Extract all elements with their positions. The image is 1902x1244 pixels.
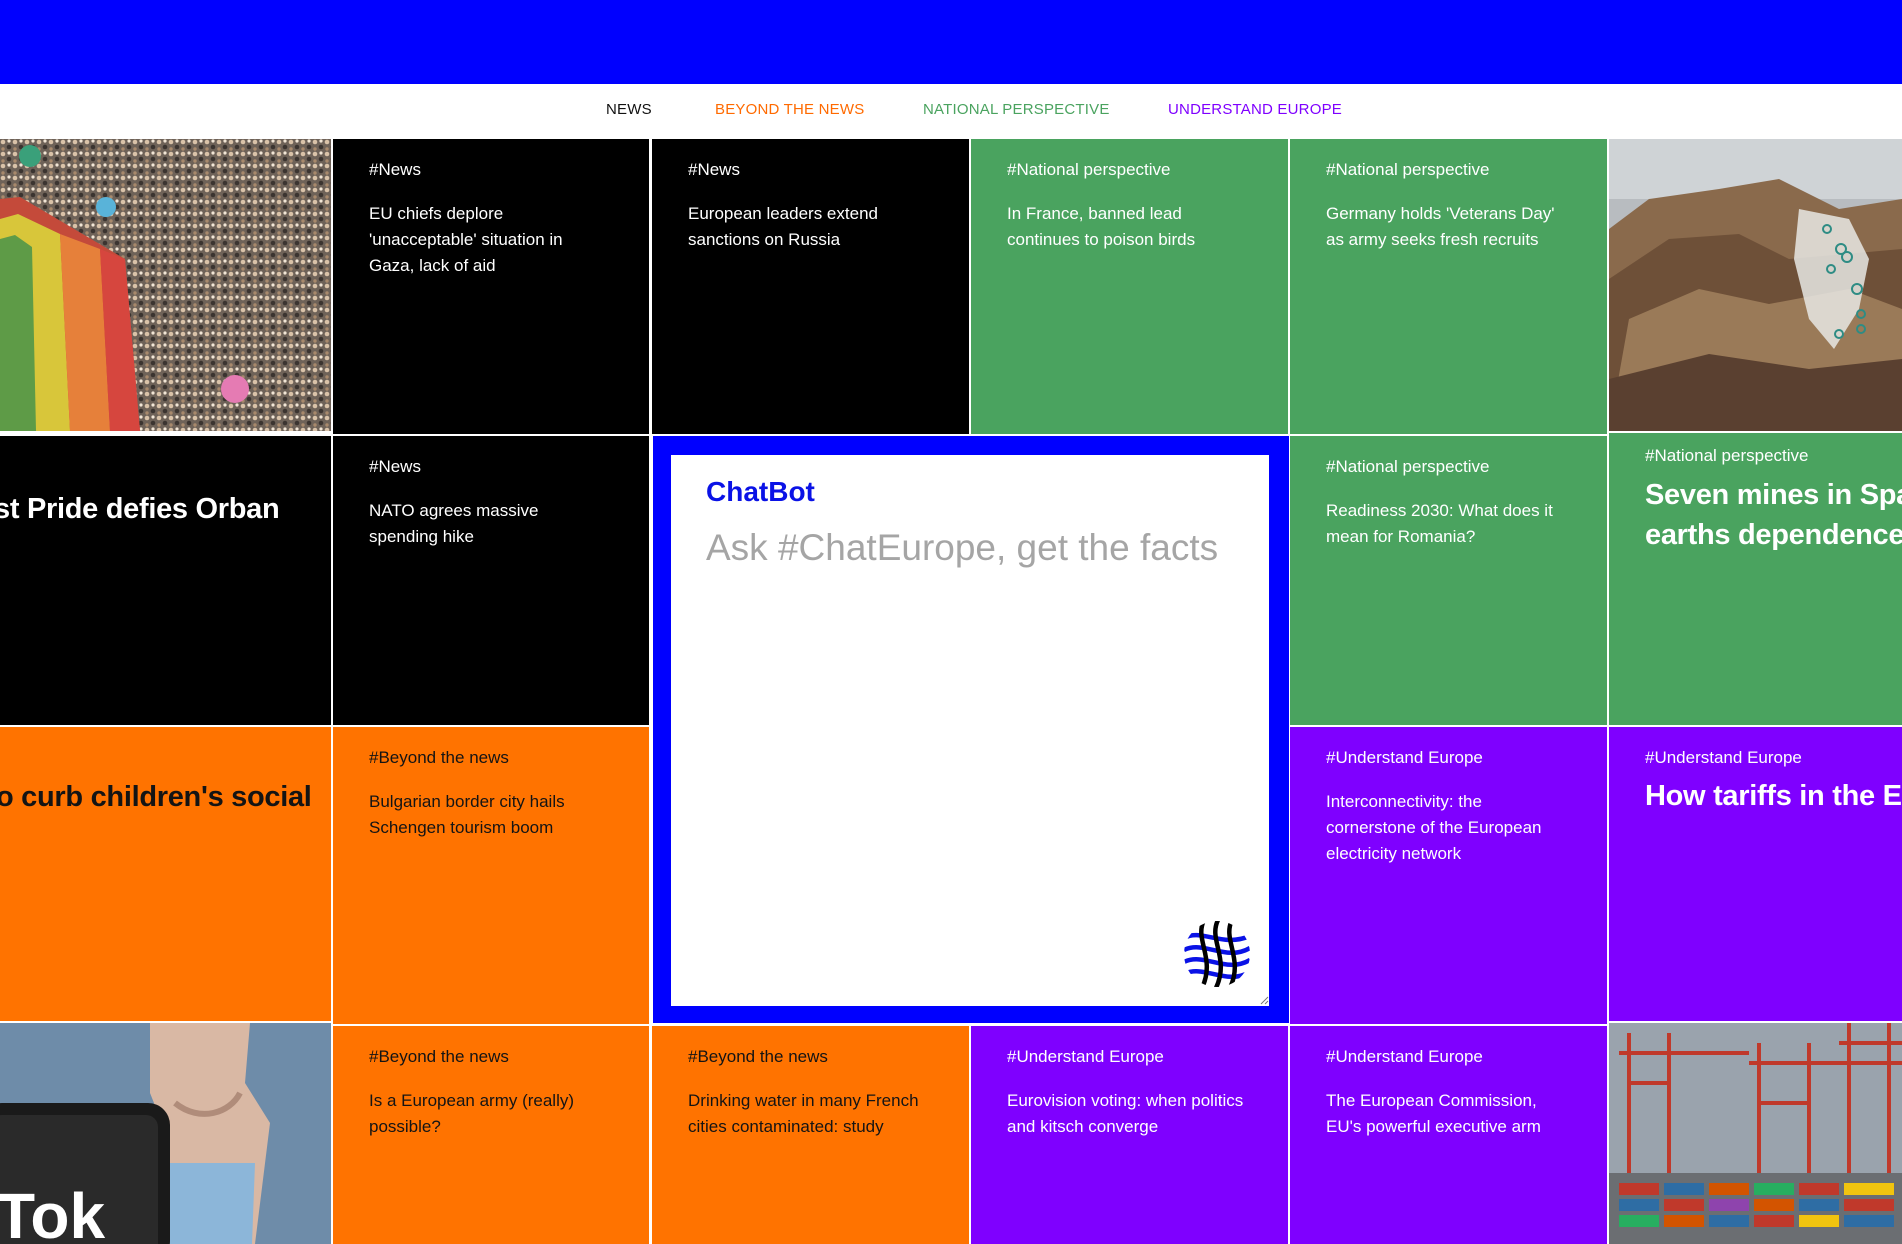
article-title[interactable]: Readiness 2030: What does it mean for Ro… — [1326, 498, 1566, 550]
article-tile[interactable]: #Beyond the news Drinking water in many … — [652, 1026, 969, 1244]
feature-title[interactable]: How tariffs in the EU — [1645, 780, 1902, 813]
article-tag: #Understand Europe — [1326, 1047, 1483, 1066]
container-port-photo — [1609, 1023, 1902, 1244]
article-tile[interactable]: #News European leaders extend sanctions … — [652, 139, 969, 434]
article-title[interactable]: Bulgarian border city hails Schengen tou… — [369, 789, 609, 841]
social-feature-tile[interactable]: o curb children's social — [0, 727, 331, 1021]
article-tag: #Beyond the news — [688, 1047, 828, 1066]
article-tile[interactable]: #National perspective Readiness 2030: Wh… — [1290, 436, 1607, 725]
tiktok-logo-text: Tok — [0, 1180, 105, 1244]
article-tile[interactable]: #Beyond the news Bulgarian border city h… — [333, 727, 649, 1024]
article-title[interactable]: Drinking water in many French cities con… — [688, 1088, 928, 1140]
article-tag: #News — [369, 160, 421, 179]
article-tag: #Understand Europe — [1326, 748, 1483, 767]
article-tile[interactable]: #Understand Europe The European Commissi… — [1290, 1026, 1607, 1244]
article-tile[interactable]: #Understand Europe Interconnectivity: th… — [1290, 727, 1607, 1024]
article-tag: #National perspective — [1645, 446, 1809, 465]
article-tile[interactable]: #News NATO agrees massive spending hike — [333, 436, 649, 725]
article-tag: #News — [369, 457, 421, 476]
chatbot-title: ChatBot — [706, 476, 815, 507]
feature-title[interactable]: o curb children's social — [0, 781, 312, 814]
article-tile[interactable]: #News EU chiefs deplore 'unacceptable' s… — [333, 139, 649, 434]
article-tag: #Beyond the news — [369, 748, 509, 767]
article-tag: #Understand Europe — [1645, 748, 1802, 767]
article-tile[interactable]: #Understand Europe Eurovision voting: wh… — [971, 1026, 1288, 1244]
chatbot-input[interactable] — [706, 523, 1246, 573]
article-tag: #National perspective — [1007, 160, 1171, 179]
resize-handle-icon[interactable] — [1260, 996, 1269, 1005]
article-title[interactable]: European leaders extend sanctions on Rus… — [688, 201, 928, 253]
mines-photo-tile[interactable] — [1609, 139, 1902, 431]
article-tile[interactable]: #Beyond the news Is a European army (rea… — [333, 1026, 649, 1244]
article-title[interactable]: Is a European army (really) possible? — [369, 1088, 609, 1140]
mines-feature-tile[interactable]: #National perspective Seven mines in Spa… — [1609, 433, 1902, 725]
nav-understand-europe[interactable]: UNDERSTAND EUROPE — [1168, 101, 1342, 118]
article-title[interactable]: The European Commission, EU's powerful e… — [1326, 1088, 1566, 1140]
pride-crowd-photo — [0, 139, 331, 431]
article-tile[interactable]: #National perspective Germany holds 'Vet… — [1290, 139, 1607, 434]
article-title[interactable]: Interconnectivity: the cornerstone of th… — [1326, 789, 1566, 867]
chateurope-logo-icon[interactable] — [1182, 918, 1252, 990]
mine-landscape-photo — [1609, 139, 1902, 431]
feature-title[interactable]: Seven mines in Spair — [1645, 479, 1902, 512]
pride-feature-tile[interactable]: st Pride defies Orban — [0, 436, 331, 725]
tiktok-phone-photo: Tok — [0, 1023, 331, 1244]
article-tag: #Understand Europe — [1007, 1047, 1164, 1066]
article-tag: #Beyond the news — [369, 1047, 509, 1066]
pride-photo-tile[interactable] — [0, 139, 331, 431]
tariffs-feature-tile[interactable]: #Understand Europe How tariffs in the EU — [1609, 727, 1902, 1021]
feature-title[interactable]: st Pride defies Orban — [0, 493, 280, 526]
nav-beyond-the-news[interactable]: BEYOND THE NEWS — [715, 101, 864, 118]
port-photo-tile[interactable] — [1609, 1023, 1902, 1244]
article-title[interactable]: Eurovision voting: when politics and kit… — [1007, 1088, 1247, 1140]
top-header-bar — [0, 0, 1902, 84]
article-tag: #News — [688, 160, 740, 179]
article-title[interactable]: EU chiefs deplore 'unacceptable' situati… — [369, 201, 609, 279]
nav-news[interactable]: NEWS — [606, 101, 652, 118]
article-title[interactable]: In France, banned lead continues to pois… — [1007, 201, 1247, 253]
article-tile[interactable]: #National perspective In France, banned … — [971, 139, 1288, 434]
tiktok-photo-tile[interactable]: Tok — [0, 1023, 331, 1244]
nav-national-perspective[interactable]: NATIONAL PERSPECTIVE — [923, 101, 1110, 118]
article-tag: #National perspective — [1326, 160, 1490, 179]
article-tag: #National perspective — [1326, 457, 1490, 476]
article-title[interactable]: NATO agrees massive spending hike — [369, 498, 609, 550]
article-title[interactable]: Germany holds 'Veterans Day' as army see… — [1326, 201, 1566, 253]
feature-title[interactable]: earths dependence — [1645, 519, 1902, 552]
